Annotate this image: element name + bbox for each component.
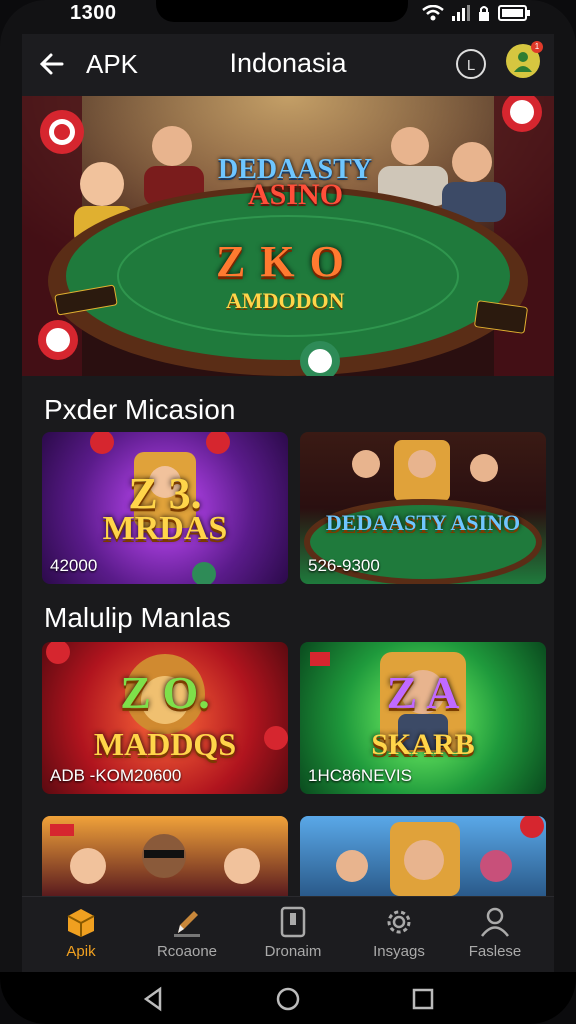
home-circle-icon[interactable] [275,986,301,1012]
nav-item-apik[interactable]: Apik [28,897,134,973]
camera-notch [156,0,408,22]
game-card[interactable]: DEDAASTY ASINO 526-9300 [300,432,546,584]
game-card[interactable] [42,816,288,896]
card-title: MADDQS [93,726,237,762]
card-letters: Z O. [120,667,210,718]
notification-badge: 1 [531,41,543,53]
nav-item-dronaim[interactable]: Dronaim [240,897,346,973]
status-icons [422,5,530,21]
banner-center-text: Z K O [216,237,346,286]
language-button[interactable]: L [456,49,486,79]
back-triangle-icon[interactable] [140,986,166,1012]
game-card[interactable]: Z A SKARB 1HC86NEVIS [300,642,546,794]
gear-icon [387,910,411,934]
game-list: Pxder Micasion Z 3. MRDAS 42000 DEDAASTY… [22,376,554,896]
nav-label: Insyags [373,943,425,960]
nav-item-insyags[interactable]: Insyags [346,897,452,973]
person-icon [481,907,509,937]
nav-label: Faslese [468,943,522,960]
recents-square-icon[interactable] [410,986,436,1012]
nav-label: Dronaim [264,943,322,960]
card-title: MRDAS [102,510,228,547]
game-card[interactable]: Z 3. MRDAS 42000 [42,432,288,584]
wifi-icon [422,5,444,21]
game-card[interactable] [300,816,546,896]
bottom-nav: Apik Rcoaone Dronaim Insyags Faslese [22,896,554,973]
banner-subtitle: AMDODON [226,288,345,313]
card-art [336,816,544,896]
banner-logo-bottom: ASINO [248,178,344,211]
card-art [50,824,260,884]
card-title: SKARB [371,728,475,761]
card-letters: Z A [386,667,460,718]
card-code: 42000 [50,556,98,575]
nav-item-faslese[interactable]: Faslese [442,897,548,973]
section-title: Malulip Manlas [44,602,231,633]
status-time: 1300 [70,2,117,24]
avatar[interactable]: 1 [506,41,543,78]
app-bar: APK Indonasia L 1 [22,34,554,96]
section-title: Pxder Micasion [44,394,236,425]
status-bar: 1300 [0,0,576,28]
device-icon [280,906,306,938]
card-code: 526-9300 [308,556,380,575]
nav-label: Rcoaone [156,943,218,960]
hero-banner[interactable]: DEDAASTY ASINO Z K O AMDODON [22,96,554,376]
game-card[interactable]: Z O. MADDQS ADB -KOM20600 [42,642,288,794]
card-code: ADB -KOM20600 [50,766,182,785]
nav-item-rcoaone[interactable]: Rcoaone [134,897,240,973]
phone-screen: 1300 APK Indonasia L 1 DEDAASTY ASINO Z … [0,0,576,1024]
pencil-icon [174,911,200,937]
box-icon [67,909,95,937]
card-code: 1HC86NEVIS [308,766,412,785]
card-title: DEDAASTY ASINO [325,510,521,535]
signal-icon [452,5,470,21]
lock-icon [479,6,489,21]
nav-label: Apik [66,943,96,960]
system-nav-bar [0,972,576,1024]
battery-icon [498,5,530,21]
